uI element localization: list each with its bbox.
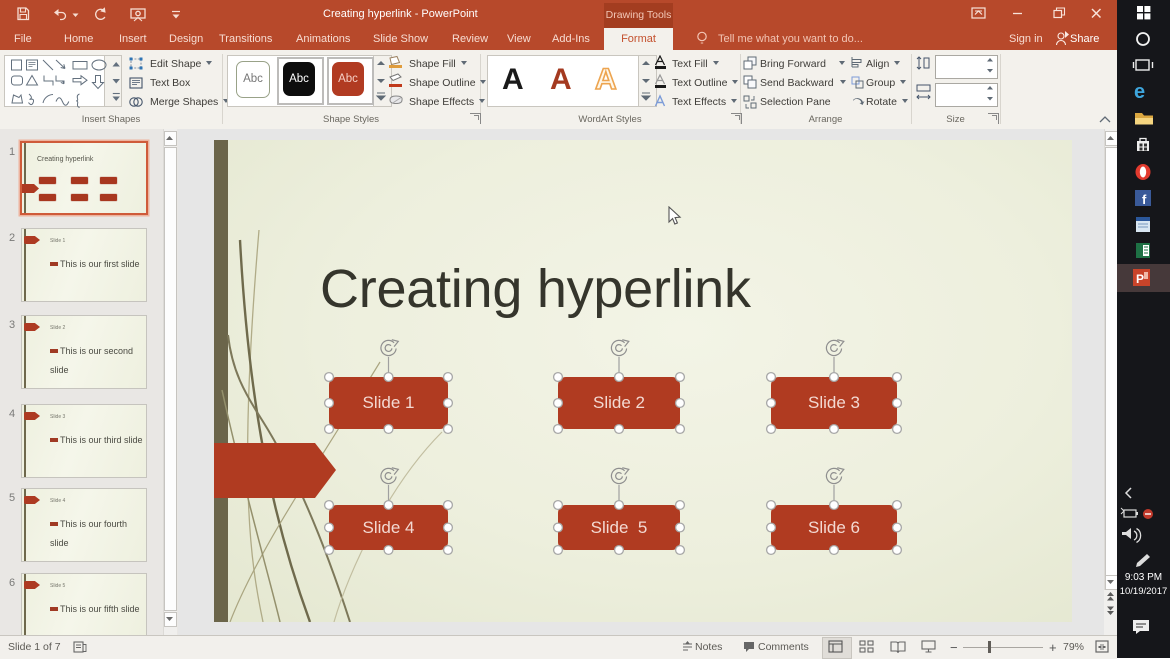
- svg-text:10/19/2017: 10/19/2017: [1120, 586, 1168, 597]
- svg-text:e: e: [1134, 81, 1145, 103]
- svg-text:9:03 PM: 9:03 PM: [1125, 572, 1162, 583]
- svg-text:f: f: [1142, 192, 1147, 207]
- svg-text:P: P: [1136, 272, 1144, 286]
